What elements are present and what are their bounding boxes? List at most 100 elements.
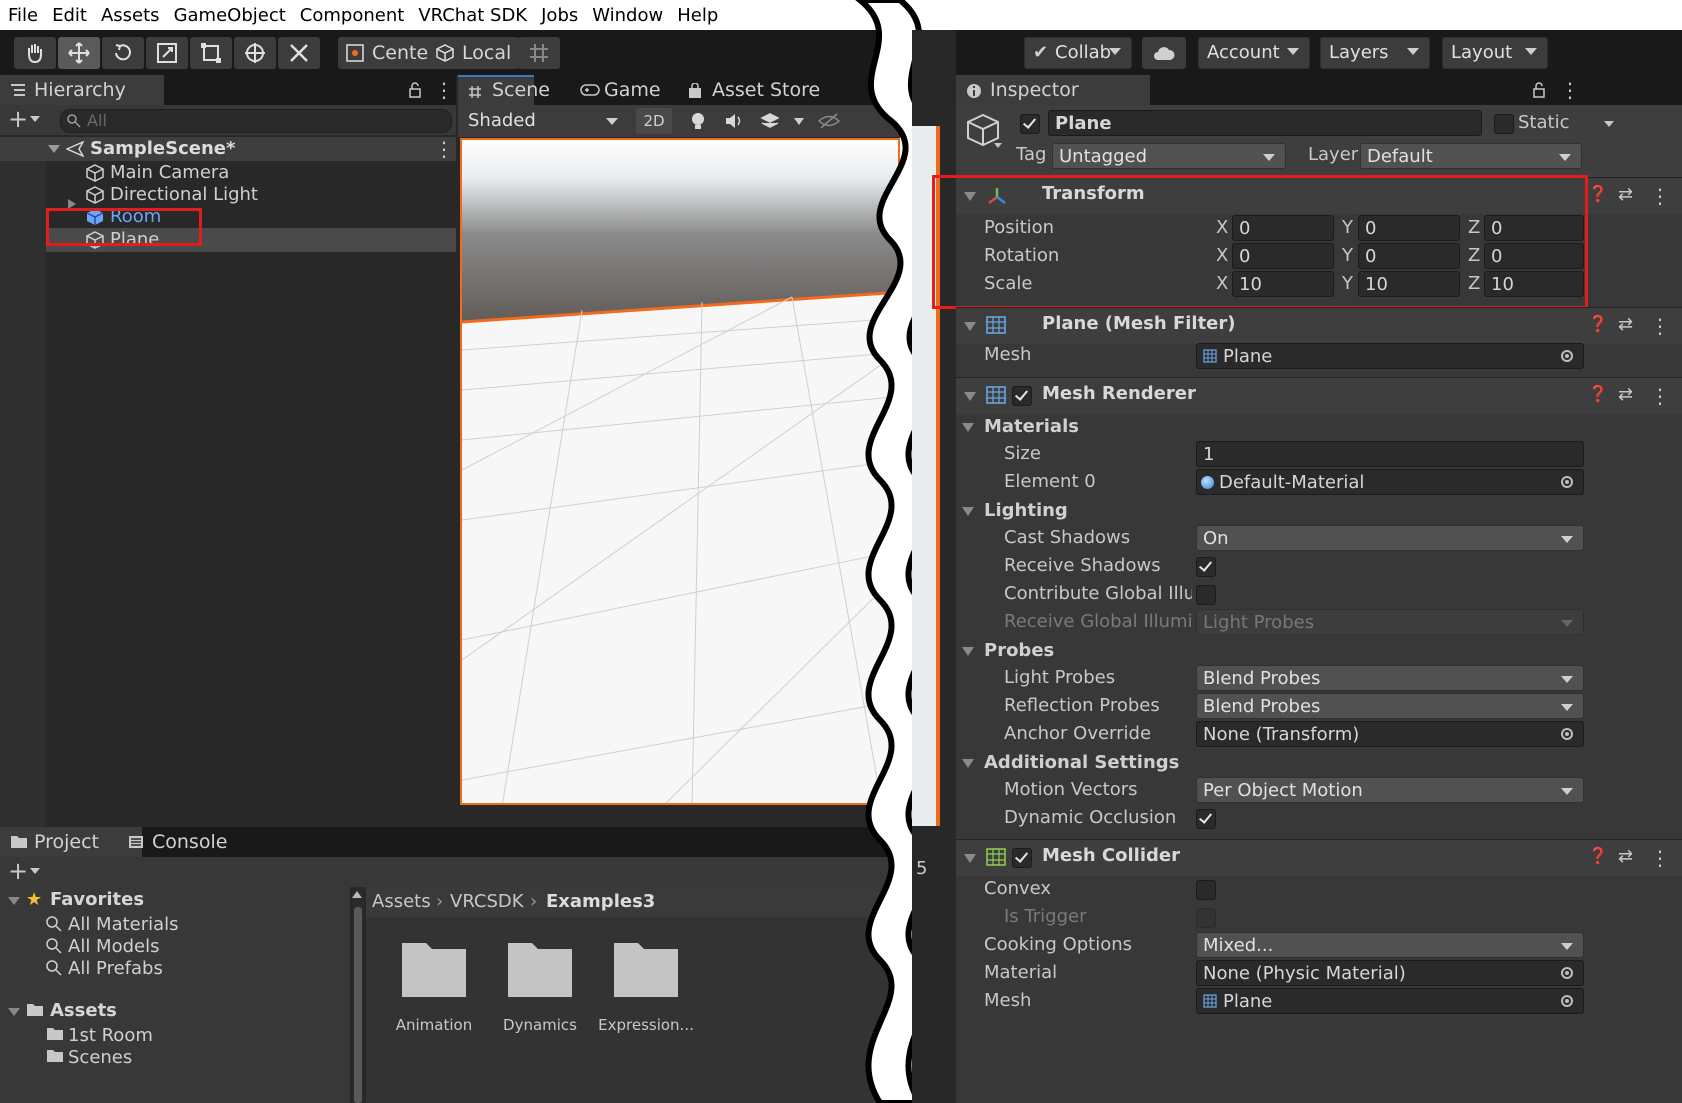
asset-folder-1st-room[interactable]: 1st Room [46,1024,153,1048]
create-dropdown-chevron-icon[interactable] [30,868,40,874]
size-field[interactable]: 1 [1196,441,1584,467]
receive-shadows-checkbox[interactable] [1196,557,1216,577]
asset-folder-scenes[interactable]: Scenes [46,1046,132,1070]
account-dropdown[interactable]: Account [1198,37,1310,69]
tab-game[interactable]: Game [570,75,661,105]
breadcrumb-examples3[interactable]: Examples3 [546,887,655,917]
static-checkbox[interactable] [1494,114,1514,134]
collapse-triangle-icon[interactable] [964,322,976,331]
object-picker-icon[interactable] [1561,967,1573,979]
menu-help[interactable]: Help [677,5,718,26]
favorites-expand-icon[interactable] [8,897,20,905]
motion-vectors-label[interactable]: Motion Vectors [1004,776,1137,804]
component-menu-icon[interactable]: ⋮ [1650,846,1670,870]
breadcrumb-vrcsdk[interactable]: VRCSDK [450,887,524,917]
physic-material-field[interactable]: None (Physic Material) [1196,960,1584,986]
light-probes-dropdown[interactable]: Blend Probes [1196,665,1584,691]
object-name-field[interactable]: Plane [1048,110,1482,136]
collider-mesh-label[interactable]: Mesh [984,987,1031,1015]
collab-dropdown[interactable]: ✔ Collab [1024,37,1132,69]
layers-dropdown[interactable]: Layers [1320,37,1430,69]
grid-snap-button[interactable] [518,37,560,69]
component-menu-icon[interactable]: ⋮ [1650,184,1670,208]
scale-tool-button[interactable] [146,37,188,69]
hierarchy-menu-icon[interactable]: ⋮ [434,80,454,100]
hierarchy-item-directional-light[interactable]: Directional Light [86,183,258,207]
tab-console[interactable]: Console [118,827,227,857]
hand-tool-button[interactable] [14,37,56,69]
menu-vrchat-sdk[interactable]: VRChat SDK [418,5,527,26]
probes-foldout[interactable]: Probes [960,637,1054,665]
convex-checkbox[interactable] [1196,880,1216,900]
breadcrumb-assets[interactable]: Assets [372,887,431,917]
static-label[interactable]: Static [1518,109,1569,137]
help-icon[interactable]: ❓ [1588,846,1608,865]
materials-foldout[interactable]: Materials [960,413,1079,441]
object-picker-icon[interactable] [1561,728,1573,740]
transform-tool-button[interactable] [234,37,276,69]
lock-icon[interactable] [1532,81,1546,99]
contribute-gi-label[interactable]: Contribute Global Illumina [1004,580,1192,608]
menu-jobs[interactable]: Jobs [541,5,578,26]
mesh-renderer-enabled-checkbox[interactable] [1012,386,1032,406]
menu-component[interactable]: Component [300,5,405,26]
physic-material-label[interactable]: Material [984,959,1057,987]
2d-toggle-button[interactable]: 2D [636,108,672,134]
mesh-object-field[interactable]: Plane [1196,343,1584,369]
size-label[interactable]: Size [1004,440,1041,468]
layer-dropdown[interactable]: Default [1360,143,1582,169]
cast-shadows-label[interactable]: Cast Shadows [1004,524,1130,552]
effects-layers-icon[interactable] [760,112,780,130]
dynamic-occlusion-checkbox[interactable] [1196,809,1216,829]
element0-object-field[interactable]: Default-Material [1196,469,1584,495]
add-dropdown-chevron-icon[interactable] [30,116,40,122]
lock-icon[interactable] [408,81,422,99]
active-checkbox[interactable] [1020,114,1040,134]
assets-label[interactable]: Assets [50,1000,117,1022]
light-probes-label[interactable]: Light Probes [1004,664,1115,692]
component-menu-icon[interactable]: ⋮ [1650,384,1670,408]
tab-scene[interactable]: Scene [458,75,550,105]
tab-inspector[interactable]: Inspector [956,75,1150,105]
custom-tool-button[interactable] [278,37,320,69]
rotate-tool-button[interactable] [102,37,144,69]
help-icon[interactable]: ❓ [1588,384,1608,403]
lightbulb-icon[interactable] [690,112,706,130]
inspector-menu-icon[interactable]: ⋮ [1560,80,1580,100]
help-icon[interactable]: ❓ [1588,184,1608,203]
reflection-probes-dropdown[interactable]: Blend Probes [1196,693,1584,719]
anchor-override-label[interactable]: Anchor Override [1004,720,1151,748]
audio-speaker-icon[interactable] [724,112,744,130]
scene-menu-icon[interactable]: ⋮ [434,138,454,160]
menu-file[interactable]: File [8,5,38,26]
scroll-up-arrow-icon[interactable] [352,891,362,898]
cooking-options-label[interactable]: Cooking Options [984,931,1132,959]
component-menu-icon[interactable]: ⋮ [1650,314,1670,338]
collapse-triangle-icon[interactable] [964,392,976,401]
expand-triangle-icon[interactable] [48,145,60,153]
reflection-probes-label[interactable]: Reflection Probes [1004,692,1160,720]
folder-tile-animation[interactable]: Animation [386,941,482,1034]
assets-expand-icon[interactable] [8,1008,20,1016]
pivot-local-button[interactable]: Local [428,37,520,69]
convex-label[interactable]: Convex [984,875,1051,903]
mesh-renderer-header[interactable]: Mesh Renderer ❓ ⇄ ⋮ [956,377,1682,414]
element0-label[interactable]: Element 0 [1004,468,1096,496]
mesh-filter-header[interactable]: Plane (Mesh Filter) ❓ ⇄ ⋮ [956,307,1682,344]
menu-edit[interactable]: Edit [52,5,87,26]
hierarchy-search-input[interactable]: All [60,109,452,133]
presets-sliders-icon[interactable]: ⇄ [1618,846,1633,867]
hierarchy-item-main-camera[interactable]: Main Camera [86,161,229,185]
favorite-all-prefabs[interactable]: All Prefabs [46,957,163,981]
mesh-collider-enabled-checkbox[interactable] [1012,848,1032,868]
object-picker-icon[interactable] [1561,476,1573,488]
create-add-icon[interactable]: + [8,857,28,885]
motion-vectors-dropdown[interactable]: Per Object Motion [1196,777,1584,803]
mesh-collider-header[interactable]: Mesh Collider ❓ ⇄ ⋮ [956,839,1682,876]
receive-shadows-label[interactable]: Receive Shadows [1004,552,1161,580]
presets-sliders-icon[interactable]: ⇄ [1618,384,1633,405]
presets-sliders-icon[interactable]: ⇄ [1618,314,1633,335]
cast-shadows-dropdown[interactable]: On [1196,525,1584,551]
rect-tool-button[interactable] [190,37,232,69]
cloud-button[interactable] [1142,37,1186,69]
